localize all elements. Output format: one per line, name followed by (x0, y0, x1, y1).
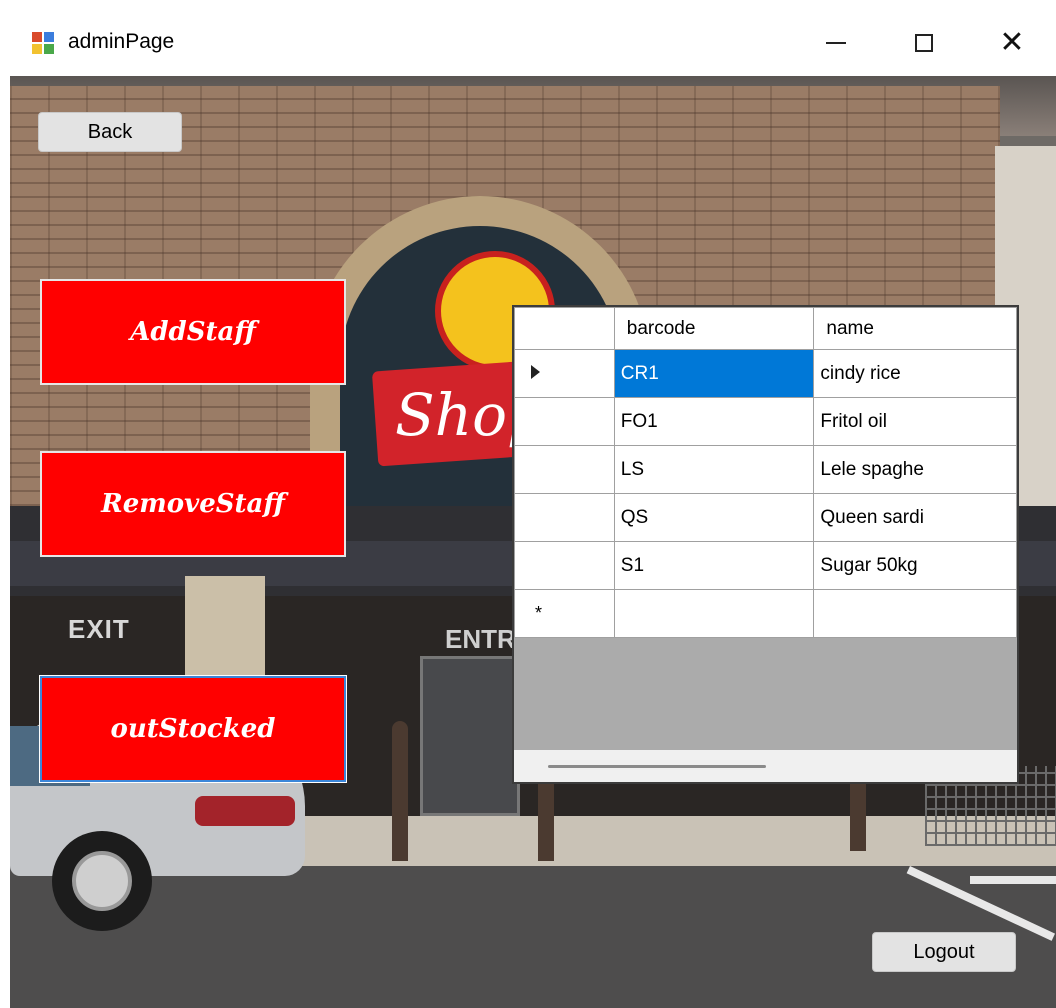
row-header[interactable] (514, 349, 615, 398)
horizontal-scrollbar[interactable] (514, 750, 1017, 782)
exit-sign: EXIT (68, 614, 130, 644)
cell-barcode[interactable]: QS (613, 493, 815, 542)
cell-name[interactable]: Lele spaghe (813, 445, 1017, 494)
table-row[interactable]: QS Queen sardi (514, 493, 1017, 542)
client-area: Shop EXIT ENTRA Back AddStaff RemoveStaf… (10, 76, 1056, 1008)
close-button[interactable]: ✕ (966, 10, 1056, 76)
scrollbar-thumb[interactable] (548, 765, 766, 768)
app-icon (32, 32, 54, 54)
column-header-barcode[interactable]: barcode (613, 307, 815, 350)
table-row[interactable]: CR1 cindy rice (514, 349, 1017, 398)
current-row-arrow-icon (531, 364, 540, 379)
cell-name[interactable]: Queen sardi (813, 493, 1017, 542)
cell-name[interactable]: cindy rice (813, 349, 1017, 398)
row-header[interactable] (514, 541, 615, 590)
add-staff-button[interactable]: AddStaff (40, 279, 346, 385)
cell-barcode-new[interactable] (613, 589, 815, 638)
row-header-corner[interactable] (514, 307, 615, 350)
close-icon: ✕ (999, 25, 1025, 60)
new-row-asterisk-icon: * (535, 602, 543, 623)
remove-staff-button[interactable]: RemoveStaff (40, 451, 346, 557)
admin-window: adminPage ✕ Shop EXIT ENTRA Back AddStaf… (10, 10, 1056, 1008)
window-title: adminPage (68, 30, 175, 53)
cell-name[interactable]: Fritol oil (813, 397, 1017, 446)
cell-barcode[interactable]: FO1 (613, 397, 815, 446)
maximize-button[interactable] (878, 10, 970, 76)
table-row[interactable]: LS Lele spaghe (514, 445, 1017, 494)
new-row[interactable]: * (514, 589, 1017, 638)
cell-name[interactable]: Sugar 50kg (813, 541, 1017, 590)
back-button[interactable]: Back (38, 112, 182, 152)
grid-header-row: barcode name (514, 307, 1017, 350)
cell-barcode[interactable]: S1 (613, 541, 815, 590)
products-grid[interactable]: barcode name CR1 cindy rice FO1 Fritol o… (512, 305, 1019, 784)
row-header[interactable] (514, 445, 615, 494)
table-row[interactable]: FO1 Fritol oil (514, 397, 1017, 446)
minimize-icon (826, 42, 846, 44)
cell-name-new[interactable] (813, 589, 1017, 638)
title-bar[interactable]: adminPage ✕ (10, 10, 1056, 76)
row-header[interactable]: * (514, 589, 615, 638)
grid-table: barcode name CR1 cindy rice FO1 Fritol o… (514, 307, 1017, 638)
row-header[interactable] (514, 397, 615, 446)
logout-button[interactable]: Logout (872, 932, 1016, 972)
column-header-name[interactable]: name (813, 307, 1017, 350)
cell-barcode[interactable]: CR1 (613, 349, 815, 398)
cell-barcode[interactable]: LS (613, 445, 815, 494)
wheel-icon (72, 851, 132, 911)
minimize-button[interactable] (790, 10, 882, 76)
maximize-icon (915, 34, 933, 52)
out-stocked-button[interactable]: outStocked (39, 675, 347, 783)
table-row[interactable]: S1 Sugar 50kg (514, 541, 1017, 590)
row-header[interactable] (514, 493, 615, 542)
